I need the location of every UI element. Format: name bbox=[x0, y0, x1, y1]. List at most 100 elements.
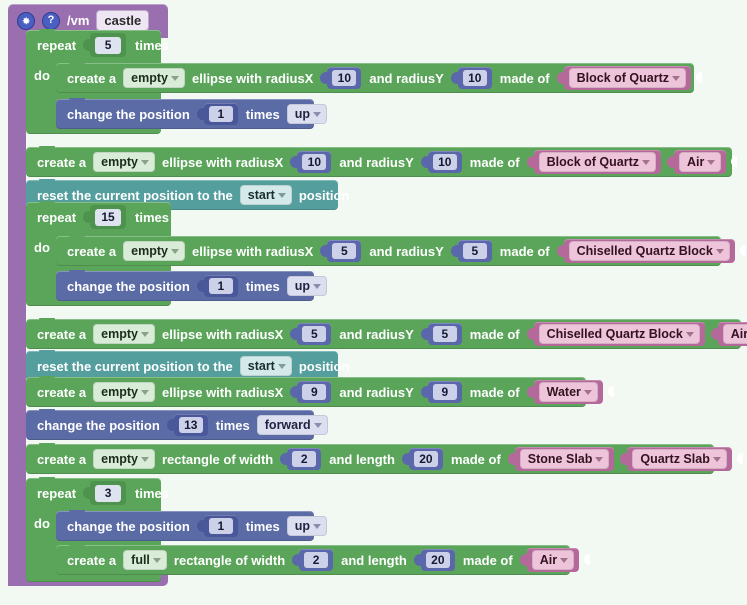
length-value[interactable]: 20 bbox=[401, 448, 443, 470]
repeat-header: repeat 3 times bbox=[26, 478, 169, 508]
times-label: times bbox=[245, 518, 280, 534]
change-position-block[interactable]: change the position 1 times up bbox=[56, 510, 328, 541]
radiusy-value[interactable]: 5 bbox=[420, 323, 462, 345]
repeat-count-field[interactable]: 15 bbox=[83, 205, 127, 229]
repeat-text: repeat bbox=[37, 485, 77, 501]
radiusx-value[interactable]: 5 bbox=[320, 240, 362, 262]
direction-dropdown[interactable]: forward bbox=[256, 415, 328, 435]
made-of-label: made of bbox=[469, 154, 520, 170]
change-position-block[interactable]: change the position 1 times up bbox=[56, 98, 328, 129]
material-dropdown[interactable]: Air bbox=[531, 550, 575, 570]
made-of-label: made of bbox=[499, 70, 550, 86]
create-a-label: create a bbox=[37, 451, 87, 467]
ellipse-radiusx-label: ellipse with radiusX bbox=[161, 384, 284, 400]
radiusy-value[interactable]: 5 bbox=[450, 240, 492, 262]
blockly-workspace[interactable]: ? /vm castle repeat repeat 5 times do cr… bbox=[0, 0, 747, 605]
repeat-text: repeat bbox=[37, 209, 77, 225]
rectangle-width-label: rectangle of width bbox=[161, 451, 274, 467]
procedure-left-rail bbox=[8, 30, 26, 586]
radiusx-value[interactable]: 5 bbox=[290, 323, 332, 345]
create-ellipse-block[interactable]: create a empty ellipse with radiusX 5 an… bbox=[26, 318, 747, 349]
fill-dropdown[interactable]: empty bbox=[93, 382, 155, 402]
and-length-label: and length bbox=[341, 552, 407, 568]
material-dropdown[interactable]: Chiselled Quartz Block bbox=[568, 241, 730, 261]
change-position-block[interactable]: change the position 1 times up bbox=[56, 270, 328, 301]
procedure-name-field[interactable]: castle bbox=[96, 10, 150, 31]
repeat-count-field[interactable]: 5 bbox=[83, 33, 127, 57]
radiusx-value[interactable]: 10 bbox=[320, 67, 362, 89]
material-block[interactable]: Water bbox=[526, 380, 603, 404]
fill-dropdown[interactable]: empty bbox=[93, 152, 155, 172]
change-position-label: change the position bbox=[67, 278, 190, 294]
length-value[interactable]: 20 bbox=[413, 549, 455, 571]
material-dropdown[interactable]: Air bbox=[722, 324, 747, 344]
fill-dropdown[interactable]: full bbox=[123, 550, 167, 570]
radiusy-value[interactable]: 10 bbox=[420, 151, 462, 173]
do-label: do bbox=[34, 240, 50, 255]
change-position-block[interactable]: change the position 13 times forward bbox=[26, 409, 328, 440]
and-radiusy-label: and radiusY bbox=[339, 384, 414, 400]
gear-icon[interactable] bbox=[17, 11, 35, 30]
reset-position-prefix: reset the current position to the bbox=[37, 187, 233, 203]
direction-dropdown[interactable]: up bbox=[286, 516, 328, 536]
width-value[interactable]: 2 bbox=[280, 448, 322, 470]
material-dropdown[interactable]: Block of Quartz bbox=[568, 68, 686, 88]
repeat-header: repeat repeat 5 times bbox=[26, 30, 169, 60]
repeat-count-field[interactable]: 3 bbox=[83, 481, 127, 505]
radiusx-value[interactable]: 9 bbox=[290, 381, 332, 403]
material-block[interactable]: Block of Quartz bbox=[526, 150, 661, 174]
material-block[interactable]: Quartz Slab bbox=[620, 447, 732, 471]
position-dropdown[interactable]: start bbox=[239, 356, 292, 376]
material-dropdown[interactable]: Chiselled Quartz Block bbox=[538, 324, 700, 344]
and-radiusy-label: and radiusY bbox=[339, 326, 414, 342]
and-radiusy-label: and radiusY bbox=[339, 154, 414, 170]
reset-position-suffix: position bbox=[298, 187, 350, 203]
position-amount-value[interactable]: 1 bbox=[196, 275, 238, 297]
times-text: times bbox=[135, 209, 169, 225]
reset-position-prefix: reset the current position to the bbox=[37, 358, 233, 374]
material-block[interactable]: Air bbox=[666, 150, 727, 174]
radiusx-value[interactable]: 10 bbox=[290, 151, 332, 173]
create-ellipse-block[interactable]: create a empty ellipse with radiusX 10 a… bbox=[26, 146, 738, 177]
position-dropdown[interactable]: start bbox=[239, 185, 292, 205]
ellipse-radiusx-label: ellipse with radiusX bbox=[161, 326, 284, 342]
create-a-label: create a bbox=[67, 243, 117, 259]
position-amount-value[interactable]: 13 bbox=[166, 414, 208, 436]
create-ellipse-block[interactable]: create a empty ellipse with radiusX 9 an… bbox=[26, 376, 614, 407]
material-block[interactable]: Chiselled Quartz Block bbox=[526, 322, 705, 346]
reset-position-suffix: position bbox=[298, 358, 350, 374]
material-dropdown[interactable]: Air bbox=[679, 152, 722, 172]
create-ellipse-block[interactable]: create a empty ellipse with radiusX 5 an… bbox=[56, 235, 746, 266]
radiusy-value[interactable]: 9 bbox=[420, 381, 462, 403]
create-rectangle-block[interactable]: create a full rectangle of width 2 and l… bbox=[56, 544, 591, 575]
material-dropdown[interactable]: Quartz Slab bbox=[632, 449, 727, 469]
material-block[interactable]: Air bbox=[519, 548, 580, 572]
width-value[interactable]: 2 bbox=[292, 549, 334, 571]
position-amount-value[interactable]: 1 bbox=[196, 515, 238, 537]
fill-dropdown[interactable]: empty bbox=[123, 68, 185, 88]
create-rectangle-block[interactable]: create a empty rectangle of width 2 and … bbox=[26, 443, 743, 474]
direction-dropdown[interactable]: up bbox=[286, 276, 328, 296]
create-ellipse-block[interactable]: create a empty ellipse with radiusX 10 a… bbox=[56, 62, 702, 93]
fill-dropdown[interactable]: empty bbox=[123, 241, 185, 261]
times-text: times bbox=[135, 485, 169, 501]
fill-dropdown[interactable]: empty bbox=[93, 449, 155, 469]
material-block[interactable]: Chiselled Quartz Block bbox=[556, 239, 735, 263]
change-position-label: change the position bbox=[67, 518, 190, 534]
rectangle-width-label: rectangle of width bbox=[173, 552, 286, 568]
do-label: do bbox=[34, 516, 50, 531]
fill-dropdown[interactable]: empty bbox=[93, 324, 155, 344]
help-icon[interactable]: ? bbox=[42, 11, 60, 30]
material-block[interactable]: Block of Quartz bbox=[556, 66, 691, 90]
position-amount-value[interactable]: 1 bbox=[196, 103, 238, 125]
repeat-header: repeat 15 times bbox=[26, 202, 171, 232]
create-a-label: create a bbox=[67, 552, 117, 568]
radiusy-value[interactable]: 10 bbox=[450, 67, 492, 89]
direction-dropdown[interactable]: up bbox=[286, 104, 328, 124]
material-dropdown[interactable]: Water bbox=[538, 382, 598, 402]
material-block[interactable]: Air bbox=[710, 322, 747, 346]
material-block[interactable]: Stone Slab bbox=[507, 447, 615, 471]
material-dropdown[interactable]: Stone Slab bbox=[519, 449, 610, 469]
material-dropdown[interactable]: Block of Quartz bbox=[538, 152, 656, 172]
and-length-label: and length bbox=[329, 451, 395, 467]
